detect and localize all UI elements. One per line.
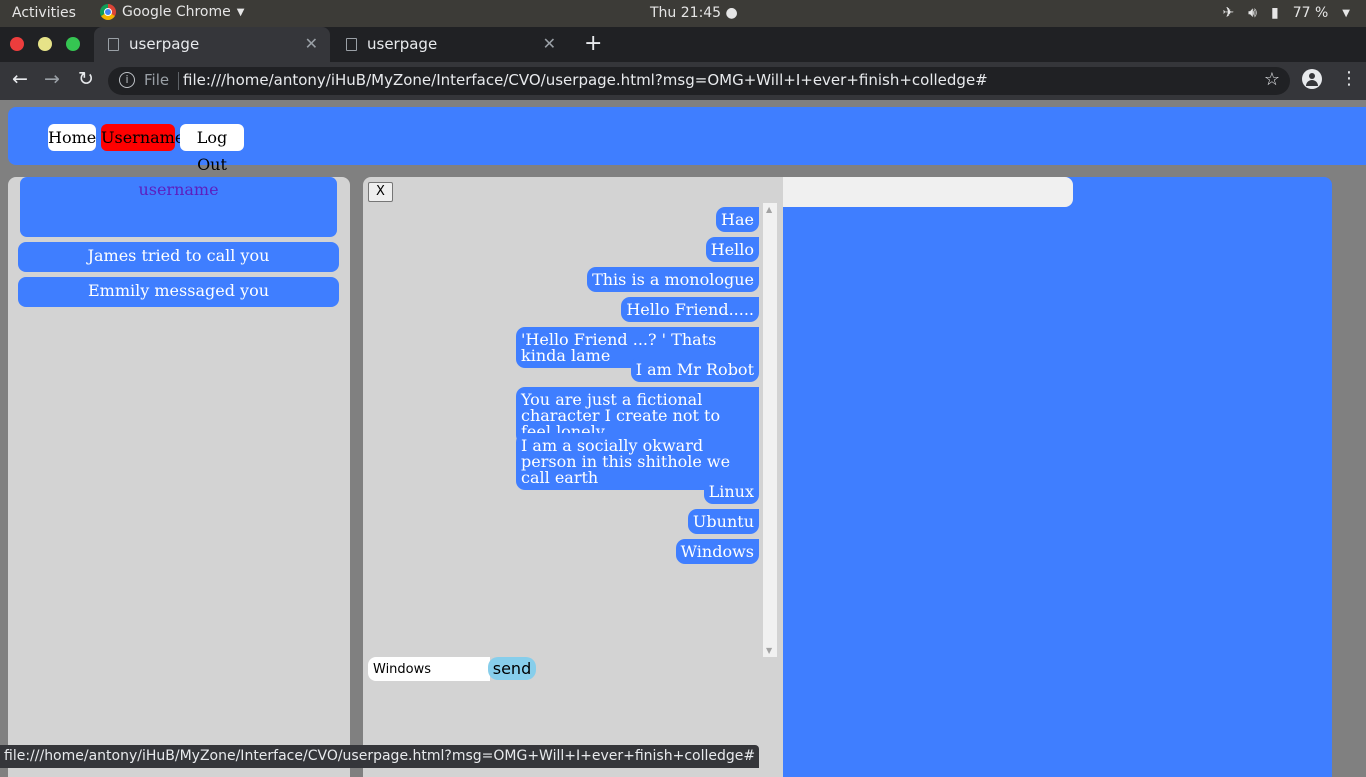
nav-username-link[interactable]: Username — [101, 124, 184, 151]
chrome-icon — [100, 4, 116, 20]
message-scrollbar[interactable]: ▲ ▼ — [763, 203, 777, 657]
chevron-down-icon: ▼ — [236, 6, 245, 18]
url-text[interactable]: file:///home/antony/iHuB/MyZone/Interfac… — [183, 71, 988, 89]
bookmark-star-icon[interactable]: ☆ — [1264, 69, 1280, 90]
notification-item[interactable]: James tried to call you — [18, 242, 339, 272]
chat-message: I am Mr Robot — [630, 357, 759, 382]
chat-message: Hello Friend..... — [621, 297, 759, 322]
chat-message: Hae — [716, 207, 759, 232]
link-status-bar: file:///home/antony/iHuB/MyZone/Interfac… — [0, 745, 760, 768]
nav-home-link[interactable]: Home — [48, 124, 96, 151]
os-top-bar: Activities Google Chrome ▼ Thu 21:45 ● ✈… — [0, 0, 1366, 27]
divider — [178, 72, 179, 90]
notification-item[interactable]: Emmily messaged you — [18, 277, 339, 307]
scroll-up-arrow-icon[interactable]: ▲ — [766, 205, 772, 214]
battery-percentage: 77 % — [1292, 5, 1329, 21]
battery-icon: ▮ — [1271, 5, 1279, 21]
back-arrow-icon[interactable]: ← — [12, 68, 28, 90]
close-chat-button[interactable]: X — [368, 182, 393, 202]
new-tab-button[interactable]: + — [584, 31, 602, 56]
send-button[interactable]: send — [488, 657, 536, 680]
document-icon — [346, 38, 357, 51]
scroll-down-arrow-icon[interactable]: ▼ — [766, 646, 772, 655]
activities-button[interactable]: Activities — [12, 5, 76, 21]
browser-tab[interactable]: userpage ✕ — [332, 27, 568, 62]
close-tab-icon[interactable]: ✕ — [543, 34, 556, 53]
close-tab-icon[interactable]: ✕ — [305, 34, 318, 53]
volume-icon: 🔊︎ — [1248, 5, 1257, 21]
user-profile-card: username — [20, 177, 337, 237]
tab-strip: userpage ✕ userpage ✕ + — [0, 27, 1366, 62]
menu-kebab-icon[interactable]: ⋮ — [1340, 68, 1358, 89]
tab-title: userpage — [129, 35, 200, 53]
system-status-area[interactable]: ✈ 🔊︎ ▮ 77 % ▼ — [1222, 5, 1350, 21]
chat-panel: X Hae Hello This is a monologue Hello Fr… — [363, 177, 783, 777]
info-icon[interactable]: i — [119, 72, 135, 88]
app-menu[interactable]: Google Chrome ▼ — [100, 4, 244, 20]
address-bar[interactable]: i File file:///home/antony/iHuB/MyZone/I… — [108, 67, 1290, 95]
nav-logout-link[interactable]: Log Out — [180, 124, 244, 174]
forward-arrow-icon[interactable]: → — [44, 68, 60, 90]
window-maximize-button[interactable] — [66, 37, 80, 51]
top-input-bar[interactable] — [783, 177, 1073, 207]
account-icon[interactable] — [1302, 69, 1322, 89]
chat-message: Ubuntu — [687, 509, 759, 534]
document-icon — [108, 38, 119, 51]
airplane-mode-icon: ✈ — [1222, 5, 1235, 21]
profile-username: username — [138, 180, 219, 199]
clock[interactable]: Thu 21:45 ● — [650, 5, 738, 21]
left-sidebar: username James tried to call you Emmily … — [8, 177, 350, 777]
chevron-down-icon: ▼ — [1342, 7, 1350, 19]
window-close-button[interactable] — [10, 37, 24, 51]
web-page: Home Username Log Out username James tri… — [0, 100, 1366, 777]
reload-icon[interactable]: ↻ — [78, 68, 94, 90]
chat-message: Linux — [703, 479, 759, 504]
browser-toolbar: ← → ↻ i File file:///home/antony/iHuB/My… — [0, 62, 1366, 100]
tab-title: userpage — [367, 35, 438, 53]
scheme-label: File — [144, 71, 170, 89]
window-minimize-button[interactable] — [38, 37, 52, 51]
main-content-panel — [783, 177, 1332, 777]
site-navbar: Home Username Log Out — [8, 107, 1366, 174]
chat-message: This is a monologue — [587, 267, 759, 292]
chat-message: Windows — [675, 539, 759, 564]
browser-tab-active[interactable]: userpage ✕ — [94, 27, 330, 62]
message-list: Hae Hello This is a monologue Hello Frie… — [363, 203, 763, 653]
chat-message: Hello — [705, 237, 759, 262]
message-input[interactable] — [368, 657, 490, 681]
app-name: Google Chrome — [122, 4, 231, 20]
